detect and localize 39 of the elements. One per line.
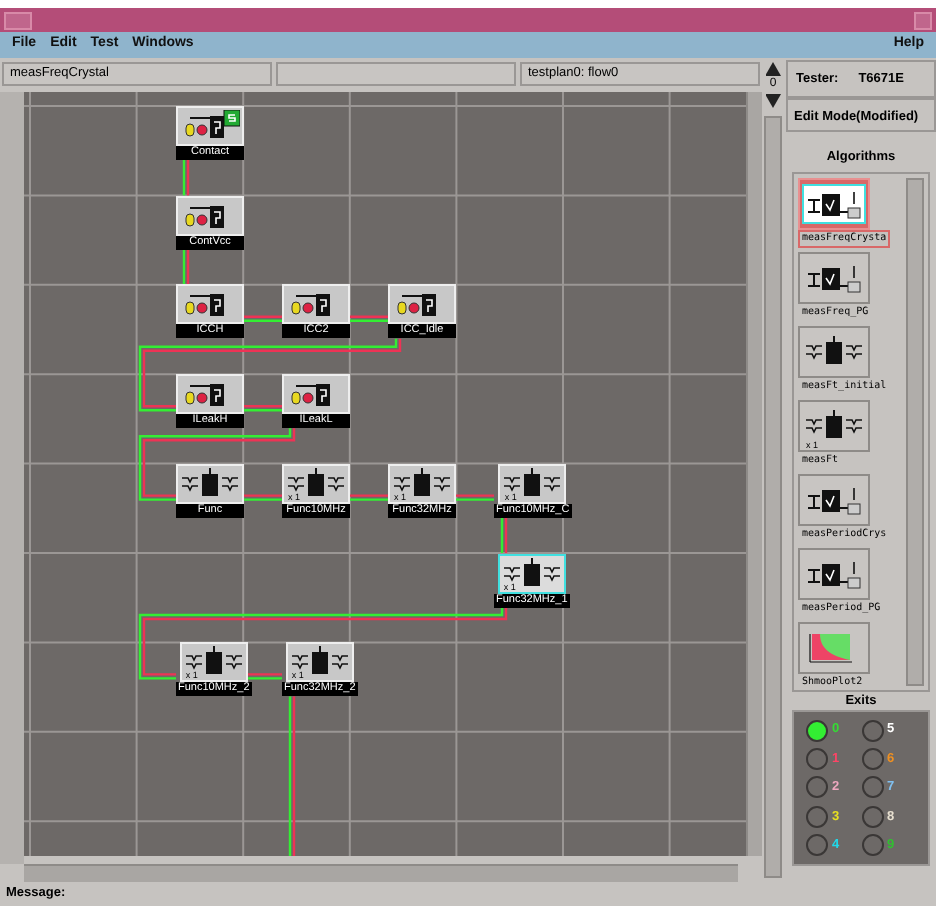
chip-icon xyxy=(501,557,562,589)
flow-node[interactable] xyxy=(176,106,244,146)
chip-icon xyxy=(286,467,346,500)
chip-icon xyxy=(183,646,244,679)
probe-chip-icon xyxy=(180,110,240,142)
vertical-scrollbar[interactable] xyxy=(746,92,762,856)
chip-icon xyxy=(502,467,563,500)
chip-icon xyxy=(804,336,864,368)
flow-node[interactable] xyxy=(176,195,244,236)
algorithm-tile[interactable] xyxy=(798,474,870,526)
horizontal-scrollbar[interactable] xyxy=(24,864,738,882)
algorithm-tile[interactable] xyxy=(798,178,870,230)
connector xyxy=(182,160,190,196)
chip-icon xyxy=(804,188,864,220)
flow-node[interactable] xyxy=(388,284,456,325)
chip-icon xyxy=(289,646,350,679)
chip-icon xyxy=(804,410,864,442)
algorithm-tile[interactable] xyxy=(798,622,870,674)
chip-icon xyxy=(180,467,240,500)
algorithms-scrollbar[interactable] xyxy=(906,178,924,686)
panel-scrollbar[interactable] xyxy=(764,116,782,878)
flow-node[interactable] xyxy=(282,374,350,415)
connector xyxy=(244,315,282,322)
chip-icon xyxy=(392,467,452,500)
connector xyxy=(456,494,494,501)
connector xyxy=(350,315,388,322)
algorithm-tile[interactable] xyxy=(798,252,870,304)
chip-icon xyxy=(804,484,864,516)
chip-icon xyxy=(804,262,864,294)
flow-node[interactable] xyxy=(176,463,244,504)
connector xyxy=(500,517,508,553)
algorithm-tile[interactable] xyxy=(798,326,870,378)
algorithm-tile[interactable] xyxy=(798,548,870,600)
flow-node[interactable] xyxy=(176,284,244,325)
chip-icon xyxy=(804,558,864,590)
flow-node[interactable] xyxy=(282,284,350,325)
connector xyxy=(182,249,190,285)
flow-node[interactable] xyxy=(176,374,244,415)
connector xyxy=(350,494,388,501)
